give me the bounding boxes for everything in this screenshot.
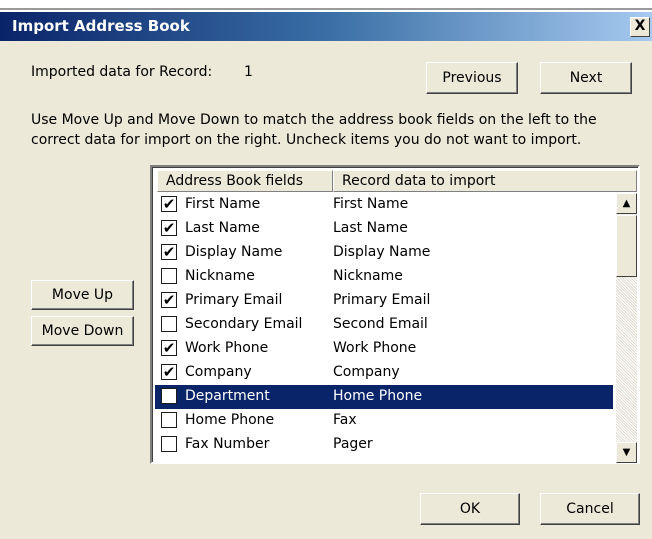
column-header-record-data[interactable]: Record data to import (333, 170, 637, 192)
list-item[interactable]: ✔ First Name First Name (155, 193, 613, 217)
scroll-thumb[interactable] (616, 215, 637, 277)
list-item[interactable]: ✔ Display Name Display Name (155, 241, 613, 265)
import-checkbox[interactable] (161, 268, 177, 284)
import-checkbox[interactable]: ✔ (161, 340, 177, 356)
title-bar[interactable]: Import Address Book X (0, 12, 652, 41)
record-data-value: Pager (333, 436, 373, 452)
previous-button[interactable]: Previous (426, 62, 518, 94)
next-button[interactable]: Next (540, 62, 632, 94)
address-book-field: Department (185, 388, 270, 404)
check-icon: ✔ (162, 339, 176, 357)
address-book-field: Secondary Email (185, 316, 303, 332)
import-checkbox[interactable] (161, 436, 177, 452)
record-data-value: Nickname (333, 268, 403, 284)
import-checkbox[interactable] (161, 316, 177, 332)
record-data-value: First Name (333, 196, 409, 212)
divider (0, 8, 652, 10)
previous-button-label: Previous (442, 70, 502, 86)
address-book-field: First Name (185, 196, 261, 212)
import-checkbox[interactable]: ✔ (161, 196, 177, 212)
list-item[interactable]: Home Phone Fax (155, 409, 613, 433)
cancel-button[interactable]: Cancel (540, 493, 640, 525)
list-item[interactable]: ✔ Work Phone Work Phone (155, 337, 613, 361)
list-item[interactable]: Nickname Nickname (155, 265, 613, 289)
list-item[interactable]: ✔ Company Company (155, 361, 613, 385)
close-button[interactable]: X (630, 17, 650, 37)
instructions-line-1: Use Move Up and Move Down to match the a… (31, 112, 597, 128)
next-button-label: Next (569, 70, 603, 86)
record-data-value: Display Name (333, 244, 431, 260)
column-header-fields[interactable]: Address Book fields (157, 170, 333, 192)
address-book-field: Fax Number (185, 436, 270, 452)
cancel-button-label: Cancel (566, 501, 614, 517)
close-icon: X (634, 18, 646, 34)
list-item[interactable]: Secondary Email Second Email (155, 313, 613, 337)
check-icon: ✔ (162, 243, 176, 261)
move-down-button[interactable]: Move Down (31, 316, 134, 346)
list-rows: ✔ First Name First Name ✔ Last Name Last Name… (155, 193, 613, 463)
record-data-value: Company (333, 364, 400, 380)
instructions: Use Move Up and Move Down to match the a… (31, 110, 651, 150)
scroll-up-button[interactable]: ▲ (616, 193, 637, 214)
scroll-down-icon: ▼ (622, 447, 631, 458)
record-data-value: Last Name (333, 220, 408, 236)
list-item[interactable]: Fax Number Pager (155, 433, 613, 457)
list-item[interactable]: ✔ Primary Email Primary Email (155, 289, 613, 313)
import-checkbox[interactable]: ✔ (161, 244, 177, 260)
import-checkbox[interactable]: ✔ (161, 364, 177, 380)
address-book-field: Work Phone (185, 340, 269, 356)
record-number: 1 (244, 64, 253, 80)
record-data-value: Primary Email (333, 292, 431, 308)
record-data-value: Second Email (333, 316, 428, 332)
move-up-label: Move Up (51, 287, 114, 303)
check-icon: ✔ (162, 195, 176, 213)
import-checkbox[interactable]: ✔ (161, 220, 177, 236)
move-up-button[interactable]: Move Up (31, 280, 134, 310)
address-book-field: Display Name (185, 244, 283, 260)
scroll-up-icon: ▲ (622, 198, 631, 209)
list-item[interactable]: ✔ Last Name Last Name (155, 217, 613, 241)
record-data-value: Home Phone (333, 388, 423, 404)
import-checkbox[interactable]: ✔ (161, 292, 177, 308)
instructions-line-2: correct data for import on the right. Un… (31, 132, 582, 148)
address-book-field: Home Phone (185, 412, 275, 428)
address-book-field: Last Name (185, 220, 260, 236)
import-address-book-dialog: Import Address Book X Imported data for … (0, 0, 652, 539)
field-mapping-list[interactable]: Address Book fields Record data to impor… (150, 165, 640, 464)
list-item[interactable]: Department Home Phone (155, 385, 613, 409)
address-book-field: Primary Email (185, 292, 283, 308)
check-icon: ✔ (162, 291, 176, 309)
check-icon: ✔ (162, 363, 176, 381)
move-down-label: Move Down (41, 323, 124, 339)
record-data-value: Work Phone (333, 340, 417, 356)
record-label: Imported data for Record: (31, 64, 213, 80)
address-book-field: Nickname (185, 268, 255, 284)
top-strip (0, 0, 652, 12)
ok-button-label: OK (459, 501, 481, 517)
dialog-title: Import Address Book (12, 17, 190, 35)
record-data-value: Fax (333, 412, 357, 428)
scroll-down-button[interactable]: ▼ (616, 442, 637, 463)
vertical-scrollbar[interactable]: ▲ ▼ (616, 193, 637, 463)
address-book-field: Company (185, 364, 252, 380)
ok-button[interactable]: OK (420, 493, 520, 525)
check-icon: ✔ (162, 219, 176, 237)
import-checkbox[interactable] (161, 412, 177, 428)
import-checkbox[interactable] (161, 388, 177, 404)
list-header: Address Book fields Record data to impor… (157, 170, 637, 192)
